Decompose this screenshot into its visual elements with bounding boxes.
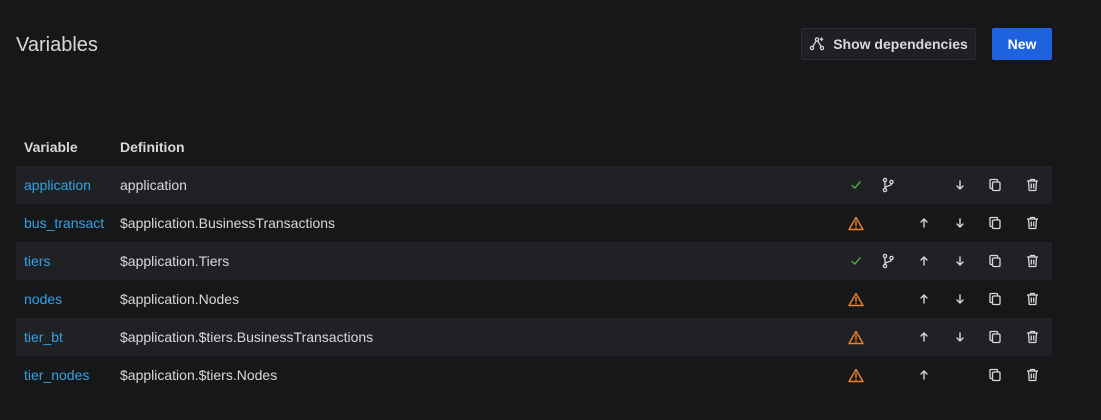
variables-page: Variables Show dependencies New Variable… <box>0 0 1101 420</box>
variable-name-link[interactable]: nodes <box>16 291 120 307</box>
arrow-up-icon[interactable] <box>914 365 934 385</box>
table-row: tier_bt $application.$tiers.BusinessTrans… <box>16 318 1052 356</box>
column-header-definition: Definition <box>120 139 185 155</box>
arrow-down-icon[interactable] <box>950 213 970 233</box>
column-header-variable: Variable <box>24 139 78 155</box>
copy-icon[interactable] <box>985 175 1005 195</box>
trash-icon[interactable] <box>1022 327 1042 347</box>
check-icon <box>846 251 866 271</box>
variable-name-link[interactable]: bus_transact <box>16 215 120 231</box>
warning-triangle-icon[interactable] <box>846 365 866 385</box>
variable-definition: $application.BusinessTransactions <box>120 215 336 231</box>
arrow-down-icon[interactable] <box>950 289 970 309</box>
show-dependencies-button[interactable]: Show dependencies <box>801 28 976 60</box>
variable-definition: $application.Tiers <box>120 253 230 269</box>
variable-name-link[interactable]: application <box>16 177 120 193</box>
table-row: application application <box>16 166 1052 204</box>
table-body: application application bus_transact $appli… <box>16 166 1052 394</box>
variable-definition: $application.$tiers.Nodes <box>120 367 278 383</box>
table-header: Variable Definition <box>16 128 1052 166</box>
trash-icon[interactable] <box>1022 289 1042 309</box>
arrow-up-icon[interactable] <box>914 251 934 271</box>
copy-icon[interactable] <box>985 327 1005 347</box>
copy-icon[interactable] <box>985 213 1005 233</box>
variables-table: Variable Definition application applicati… <box>16 128 1052 394</box>
new-variable-button[interactable]: New <box>992 28 1052 60</box>
code-branch-icon[interactable] <box>878 251 898 271</box>
copy-icon[interactable] <box>985 365 1005 385</box>
trash-icon[interactable] <box>1022 251 1042 271</box>
variable-definition: $application.Nodes <box>120 291 240 307</box>
variable-name-link[interactable]: tiers <box>16 253 120 269</box>
trash-icon[interactable] <box>1022 175 1042 195</box>
arrow-down-icon[interactable] <box>950 251 970 271</box>
table-row: tiers $application.Tiers <box>16 242 1052 280</box>
warning-triangle-icon[interactable] <box>846 327 866 347</box>
check-icon <box>846 175 866 195</box>
arrow-down-icon[interactable] <box>950 327 970 347</box>
arrow-down-icon[interactable] <box>950 175 970 195</box>
code-branch-icon[interactable] <box>878 175 898 195</box>
trash-icon[interactable] <box>1022 365 1042 385</box>
arrow-up-icon[interactable] <box>914 213 934 233</box>
graph-nodes-icon <box>809 36 825 52</box>
copy-icon[interactable] <box>985 251 1005 271</box>
table-row: nodes $application.Nodes <box>16 280 1052 318</box>
copy-icon[interactable] <box>985 289 1005 309</box>
warning-triangle-icon[interactable] <box>846 213 866 233</box>
page-title: Variables <box>16 34 98 56</box>
warning-triangle-icon[interactable] <box>846 289 866 309</box>
variable-definition: application <box>120 177 187 193</box>
arrow-up-icon[interactable] <box>914 327 934 347</box>
variable-name-link[interactable]: tier_bt <box>16 329 120 345</box>
variable-name-link[interactable]: tier_nodes <box>16 367 120 383</box>
trash-icon[interactable] <box>1022 213 1042 233</box>
table-row: tier_nodes $application.$tiers.Nodes <box>16 356 1052 394</box>
arrow-up-icon[interactable] <box>914 289 934 309</box>
table-row: bus_transact $application.BusinessTransac… <box>16 204 1052 242</box>
variable-definition: $application.$tiers.BusinessTransactions <box>120 329 374 345</box>
show-dependencies-label: Show dependencies <box>833 36 968 52</box>
